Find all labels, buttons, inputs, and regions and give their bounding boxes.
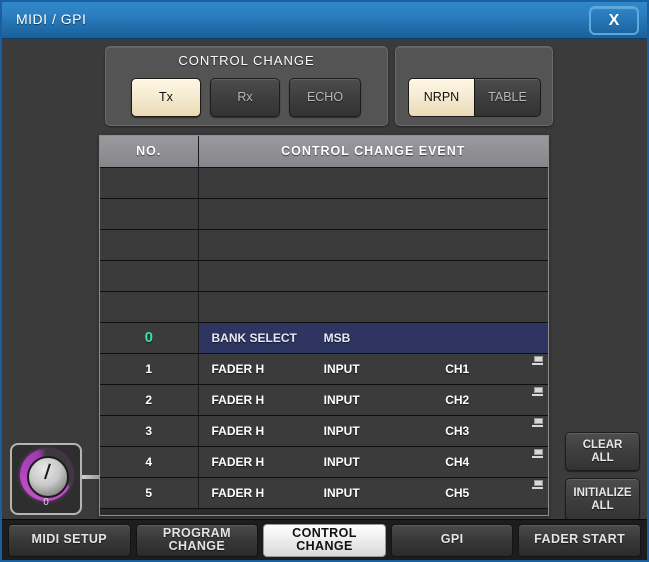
tab-program[interactable]: PROGRAM CHANGE	[135, 523, 259, 557]
row-event-cell[interactable]	[198, 197, 548, 230]
row-event-cell[interactable]: FADER H INPUT CH4	[198, 445, 548, 478]
control-change-panel: CONTROL CHANGE Tx Rx ECHO	[105, 46, 388, 126]
tab-label-line1: GPI	[440, 532, 464, 547]
nrpn-table-segmented-control: NRPN TABLE	[408, 78, 541, 117]
row-number-cell[interactable]	[100, 228, 199, 261]
window-title-bar: MIDI / GPI X	[2, 2, 647, 39]
table-row[interactable]: 3 FADER H INPUT CH3	[100, 414, 548, 447]
close-icon[interactable]: X	[589, 6, 639, 35]
nrpn-button[interactable]: NRPN	[409, 79, 475, 116]
row-event-cell[interactable]: FADER H INPUT CH1	[198, 352, 548, 385]
row-number-cell[interactable]	[100, 259, 199, 292]
column-header-no: NO.	[100, 136, 199, 168]
row-number-cell[interactable]: 4	[100, 445, 199, 478]
row-event-cell[interactable]	[198, 290, 548, 323]
control-change-event-table[interactable]: NO. CONTROL CHANGE EVENT 0 BANK SELECT MSB…	[99, 135, 549, 516]
row-field-1: FADER H	[211, 392, 265, 407]
clear-all-label-2: ALL	[591, 451, 614, 464]
row-event-cell[interactable]	[198, 228, 548, 261]
tab-control[interactable]: CONTROL CHANGE	[263, 523, 386, 557]
row-field-2: INPUT	[323, 392, 360, 407]
table-row[interactable]: 1 FADER H INPUT CH1	[100, 352, 548, 385]
tab-label: GPI	[441, 533, 464, 547]
row-event-cell[interactable]: BANK SELECT MSB	[198, 321, 548, 354]
clear-all-label-1: CLEAR	[582, 439, 623, 452]
row-field-1: FADER H	[211, 454, 265, 469]
row-field-2: MSB	[323, 330, 351, 345]
window-body: CONTROL CHANGE Tx Rx ECHO NRPN TABLE NO.…	[2, 39, 647, 560]
table-row[interactable]	[100, 259, 548, 292]
row-field-2: INPUT	[323, 423, 360, 438]
page-title: MIDI / GPI	[16, 11, 87, 27]
tab-label-line1: CONTROL	[292, 525, 357, 540]
tab-label-line1: FADER START	[534, 532, 626, 547]
tx-button[interactable]: Tx	[131, 78, 201, 117]
tab-label-line1: MIDI SETUP	[31, 532, 108, 547]
rx-button[interactable]: Rx	[210, 78, 280, 117]
clear-all-button[interactable]: CLEAR ALL	[565, 432, 640, 471]
table-row[interactable]: 2 FADER H INPUT CH2	[100, 383, 548, 416]
table-button[interactable]: TABLE	[475, 79, 540, 116]
table-row[interactable]: 0 BANK SELECT MSB	[100, 321, 548, 354]
tab-label-line2: CHANGE	[296, 539, 353, 553]
table-header-row: NO. CONTROL CHANGE EVENT	[100, 136, 548, 168]
row-number-cell[interactable]	[100, 166, 199, 199]
row-number-cell[interactable]: 1	[100, 352, 199, 385]
row-field-1: BANK SELECT	[211, 330, 297, 345]
mode-panel: NRPN TABLE	[395, 46, 553, 126]
table-row[interactable]	[100, 290, 548, 323]
initialize-all-label-2: ALL	[591, 499, 614, 512]
table-row[interactable]	[100, 166, 548, 199]
row-event-cell[interactable]: FADER H INPUT CH5	[198, 476, 548, 509]
control-change-panel-title: CONTROL CHANGE	[178, 53, 315, 68]
table-row[interactable]: 5 FADER H INPUT CH5	[100, 476, 548, 509]
table-row[interactable]	[100, 228, 548, 261]
display-monitor-icon	[532, 448, 543, 458]
bottom-tab-bar: MIDI SETUP PROGRAM CHANGE CONTROL CHANGE GPI F…	[2, 519, 647, 560]
row-number-cell[interactable]	[100, 197, 199, 230]
tab-label: PROGRAM CHANGE	[162, 525, 231, 554]
tab-label: CONTROL CHANGE	[292, 525, 357, 554]
row-event-cell[interactable]: FADER H INPUT CH2	[198, 383, 548, 416]
display-monitor-icon	[532, 417, 543, 427]
row-number-cell[interactable]: 0	[100, 321, 199, 354]
table-row[interactable]	[100, 197, 548, 230]
row-event-cell[interactable]	[198, 166, 548, 199]
row-field-1: FADER H	[211, 485, 265, 500]
knob-dial-icon[interactable]	[20, 449, 72, 501]
column-header-event: CONTROL CHANGE EVENT	[198, 136, 548, 168]
row-field-2: INPUT	[323, 454, 360, 469]
tab-midi-setup[interactable]: MIDI SETUP	[8, 523, 131, 557]
tab-label: FADER START	[534, 533, 625, 547]
table-body: 0 BANK SELECT MSB 1 FADER H INPUT CH1 2 FADER HI…	[100, 166, 548, 509]
row-field-2: INPUT	[323, 485, 360, 500]
table-row[interactable]: 4 FADER H INPUT CH4	[100, 445, 548, 478]
row-number-cell[interactable]: 2	[100, 383, 199, 416]
display-monitor-icon	[532, 479, 543, 489]
knob-value: 0	[43, 497, 49, 508]
knob-connector-line	[82, 475, 100, 479]
row-field-1: FADER H	[211, 361, 265, 376]
row-event-cell[interactable]	[198, 259, 548, 292]
row-field-1: FADER H	[211, 423, 265, 438]
initialize-all-label-1: INITIALIZE	[573, 487, 632, 500]
encoder-knob-widget[interactable]: 0	[10, 443, 82, 515]
tab-fader-start[interactable]: FADER START	[518, 523, 641, 557]
tab-label-line1: PROGRAM	[162, 525, 231, 540]
display-monitor-icon	[532, 355, 543, 365]
tab-gpi[interactable]: GPI	[390, 523, 514, 557]
row-number-cell[interactable]: 5	[100, 476, 199, 509]
row-field-2: INPUT	[323, 361, 360, 376]
display-monitor-icon	[532, 386, 543, 396]
row-event-cell[interactable]: FADER H INPUT CH3	[198, 414, 548, 447]
midi-gpi-window: MIDI / GPI X CONTROL CHANGE Tx Rx ECHO N…	[0, 0, 649, 562]
row-number-cell[interactable]: 3	[100, 414, 199, 447]
tab-label-line2: CHANGE	[168, 539, 226, 553]
tab-label: MIDI SETUP	[32, 533, 108, 547]
initialize-all-button[interactable]: INITIALIZE ALL	[565, 478, 640, 521]
echo-button[interactable]: ECHO	[289, 78, 361, 117]
row-number-cell[interactable]	[100, 290, 199, 323]
